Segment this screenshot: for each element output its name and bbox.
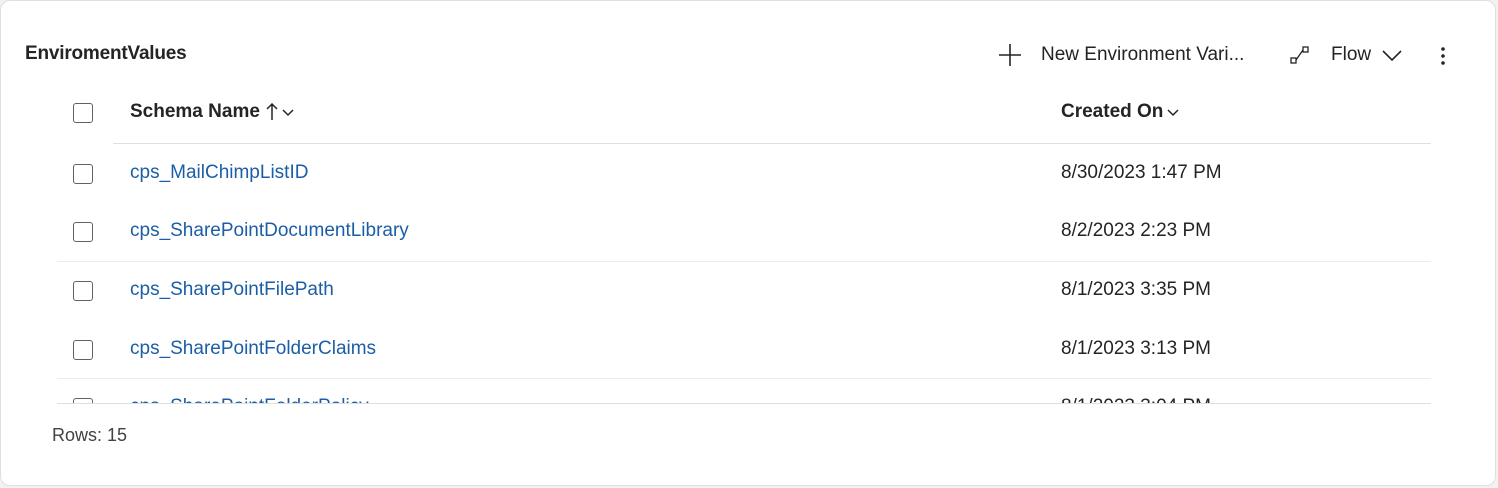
plus-icon (999, 44, 1021, 66)
schema-name-link[interactable]: cps_SharePointFolderPolicy (130, 396, 369, 403)
row-checkbox[interactable] (73, 398, 93, 403)
created-on-cell: 8/1/2023 3:04 PM (1061, 396, 1211, 403)
table-row[interactable]: cps_SharePointFolderPolicy 8/1/2023 3:04… (57, 379, 1431, 403)
data-grid: Schema Name Created On cps_MailChimpList… (57, 87, 1431, 404)
column-header-created-on[interactable]: Created On (1061, 101, 1179, 123)
created-on-cell: 8/1/2023 3:13 PM (1061, 338, 1211, 359)
table-row[interactable]: cps_MailChimpListID 8/30/2023 1:47 PM (57, 145, 1431, 203)
schema-name-link[interactable]: cps_SharePointFolderClaims (130, 338, 376, 360)
schema-name-link[interactable]: cps_SharePointFilePath (130, 279, 334, 301)
row-count: Rows: 15 (52, 425, 128, 445)
new-environment-variable-label: New Environment Vari... (1041, 44, 1245, 65)
schema-name-link[interactable]: cps_SharePointDocumentLibrary (130, 220, 409, 242)
created-on-cell: 8/30/2023 1:47 PM (1061, 162, 1222, 183)
row-checkbox[interactable] (73, 164, 93, 184)
created-on-cell: 8/2/2023 2:23 PM (1061, 220, 1211, 241)
header-divider (113, 143, 1431, 144)
table-row[interactable]: cps_SharePointDocumentLibrary 8/2/2023 2… (57, 203, 1431, 261)
new-environment-variable-button[interactable]: New Environment Vari... (997, 39, 1244, 71)
chevron-down-icon (282, 109, 294, 117)
column-header-label: Schema Name (130, 101, 260, 122)
table-row[interactable]: cps_SharePointFilePath 8/1/2023 3:35 PM (57, 262, 1431, 320)
chevron-down-icon (1167, 109, 1179, 117)
grid-header: Schema Name Created On (57, 87, 1431, 143)
subgrid-title: EnviromentValues (25, 43, 187, 64)
created-on-cell: 8/1/2023 3:35 PM (1061, 279, 1211, 300)
row-checkbox[interactable] (73, 340, 93, 360)
row-checkbox[interactable] (73, 222, 93, 242)
select-all-checkbox[interactable] (73, 103, 93, 123)
more-vertical-icon[interactable] (1431, 41, 1455, 71)
schema-name-link[interactable]: cps_MailChimpListID (130, 162, 308, 184)
flow-menu-button[interactable]: Flow (1289, 39, 1403, 71)
table-row[interactable]: cps_SharePointFolderClaims 8/1/2023 3:13… (57, 321, 1431, 379)
chevron-down-icon (1382, 50, 1402, 62)
sort-ascending-icon (266, 102, 278, 120)
subgrid-card: EnviromentValues New Environment Vari...… (0, 0, 1496, 486)
flow-icon (1290, 46, 1309, 64)
flow-label: Flow (1331, 44, 1372, 65)
row-checkbox[interactable] (73, 281, 93, 301)
column-header-label: Created On (1061, 101, 1164, 122)
column-header-schema-name[interactable]: Schema Name (130, 101, 294, 123)
